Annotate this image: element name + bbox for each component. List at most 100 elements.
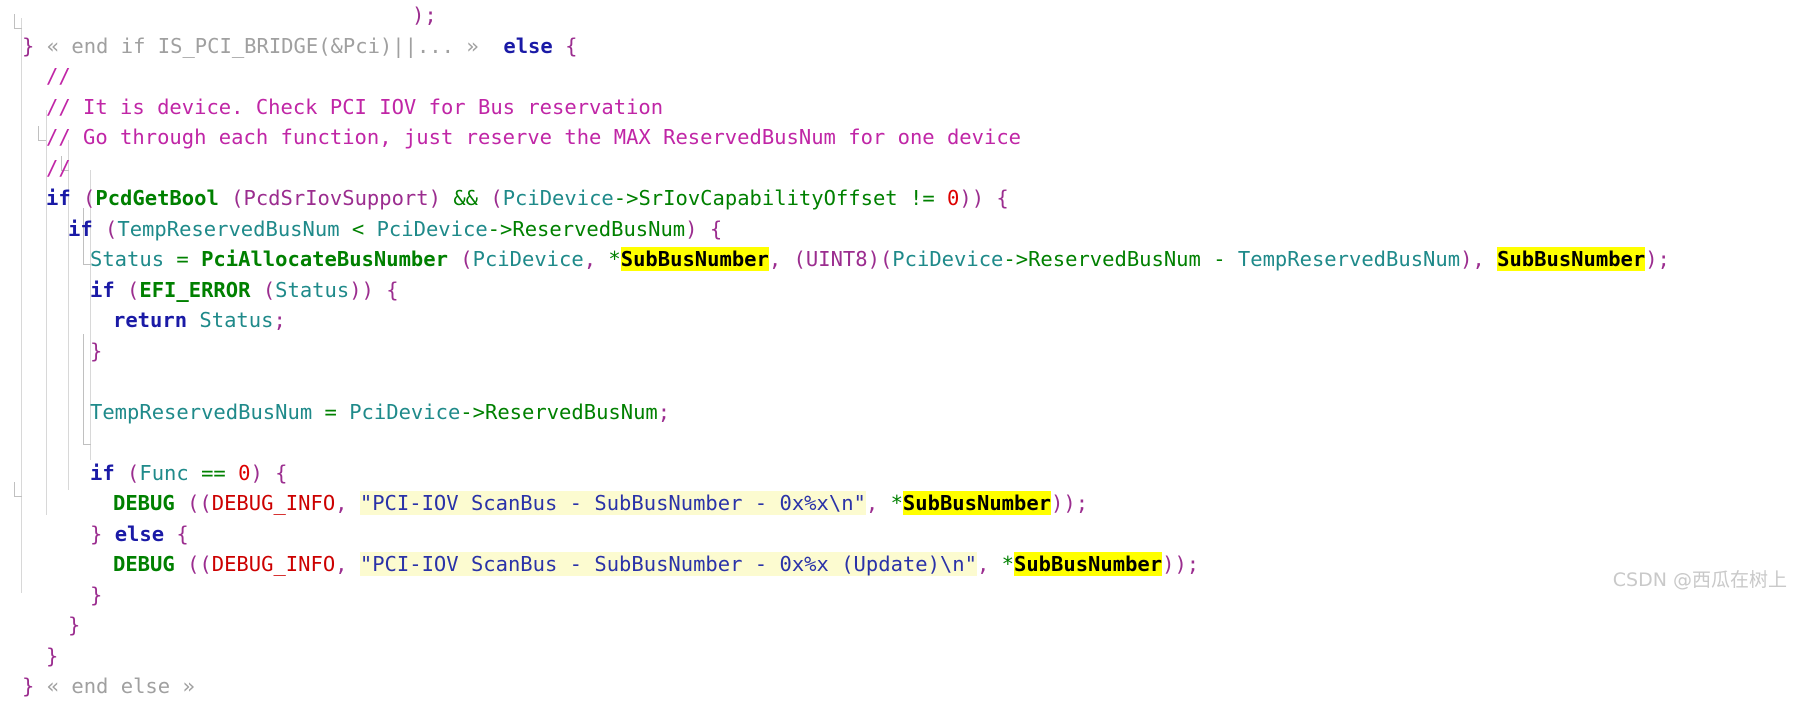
source-code-lines[interactable]: );} « end if IS_PCI_BRIDGE(&Pci)||... » … — [0, 0, 1803, 702]
code-token: Func — [139, 460, 189, 485]
code-line[interactable]: // — [0, 61, 1803, 92]
code-token: ReservedBusNum — [1028, 247, 1201, 271]
code-line[interactable]: // Go through each function, just reserv… — [0, 122, 1803, 153]
code-token: -> — [460, 399, 485, 424]
code-token: ) — [685, 216, 698, 241]
code-token: , — [583, 247, 597, 271]
code-token: } — [90, 582, 103, 607]
code-token: { — [565, 33, 578, 58]
function-token: PciAllocateBusNumber — [201, 247, 448, 271]
code-token: (( — [187, 491, 212, 515]
code-token: 0 — [947, 186, 960, 210]
code-token: { — [709, 216, 723, 241]
code-editor-viewport[interactable]: );} « end if IS_PCI_BRIDGE(&Pci)||... » … — [0, 0, 1803, 698]
code-token: 0 — [238, 460, 251, 485]
keyword-token: else — [503, 33, 553, 58]
code-token: Status — [275, 277, 350, 302]
code-token: ( — [460, 247, 473, 271]
code-line[interactable]: return Status; — [0, 305, 1803, 336]
code-line[interactable]: } — [0, 580, 1803, 611]
highlighted-symbol: SubBusNumber — [620, 247, 769, 271]
code-token: = — [176, 247, 189, 271]
code-line[interactable]: if (EFI_ERROR (Status)) { — [0, 275, 1803, 306]
code-token: } — [46, 643, 59, 668]
code-token: -> — [1003, 247, 1029, 271]
code-token: -> — [487, 216, 513, 241]
code-token: ( — [127, 460, 140, 485]
code-token: ), — [1460, 247, 1485, 271]
code-token: ; — [657, 399, 671, 424]
code-token: PcdSrIovSupport — [243, 186, 429, 210]
code-token: { — [996, 186, 1009, 210]
code-token: , — [335, 552, 348, 576]
code-line[interactable]: TempReservedBusNum = PciDevice->Reserved… — [0, 397, 1803, 428]
code-line[interactable]: Status = PciAllocateBusNumber (PciDevice… — [0, 244, 1803, 275]
macro-token: DEBUG_INFO — [211, 491, 336, 515]
code-token: ReservedBusNum — [484, 399, 658, 424]
code-line[interactable]: } — [0, 641, 1803, 672]
code-token: )( — [867, 247, 893, 271]
code-token: PciDevice — [502, 186, 614, 210]
code-line[interactable]: } « end if IS_PCI_BRIDGE(&Pci)||... » el… — [0, 31, 1803, 62]
code-line[interactable]: if (TempReservedBusNum < PciDevice->Rese… — [0, 214, 1803, 245]
code-line[interactable]: DEBUG ((DEBUG_INFO, "PCI-IOV ScanBus - S… — [0, 549, 1803, 580]
code-token: ( — [127, 277, 140, 302]
code-line[interactable]: // — [0, 153, 1803, 184]
keyword-token: if — [90, 460, 115, 485]
code-line[interactable]: } — [0, 336, 1803, 367]
code-line[interactable]: // It is device. Check PCI IOV for Bus r… — [0, 92, 1803, 123]
code-token: { — [386, 277, 399, 302]
code-line[interactable]: } « end else » — [0, 671, 1803, 702]
code-line[interactable]: } else { — [0, 519, 1803, 550]
code-token: ( — [262, 277, 276, 302]
code-token: ( — [793, 247, 806, 271]
code-token: , — [865, 491, 879, 515]
code-token: Status — [90, 247, 165, 271]
code-line[interactable]: ); — [0, 0, 1803, 31]
code-token: ( — [83, 186, 96, 210]
keyword-token: else — [114, 521, 165, 546]
code-token: , — [976, 552, 990, 576]
code-line[interactable] — [0, 366, 1803, 397]
comment-token: // Go through each function, just reserv… — [46, 125, 1022, 149]
code-token: } — [22, 33, 35, 58]
code-token: TempReservedBusNum — [90, 399, 313, 424]
code-token: ( — [231, 186, 244, 210]
code-line[interactable]: if (Func == 0) { — [0, 458, 1803, 489]
keyword-token: if — [68, 216, 93, 241]
code-token: )); — [1162, 552, 1200, 576]
code-line[interactable]: DEBUG ((DEBUG_INFO, "PCI-IOV ScanBus - S… — [0, 488, 1803, 519]
code-line[interactable]: if (PcdGetBool (PcdSrIovSupport) && (Pci… — [0, 183, 1803, 214]
macro-token: DEBUG_INFO — [211, 552, 336, 576]
code-token: TempReservedBusNum — [1237, 247, 1461, 271]
code-line[interactable]: } — [0, 610, 1803, 641]
code-token: ) — [412, 3, 425, 27]
code-line[interactable] — [0, 427, 1803, 458]
code-token: PciDevice — [349, 399, 461, 424]
code-token: )) — [349, 277, 374, 302]
code-token: < — [351, 216, 365, 241]
comment-token: // It is device. Check PCI IOV for Bus r… — [46, 94, 664, 119]
